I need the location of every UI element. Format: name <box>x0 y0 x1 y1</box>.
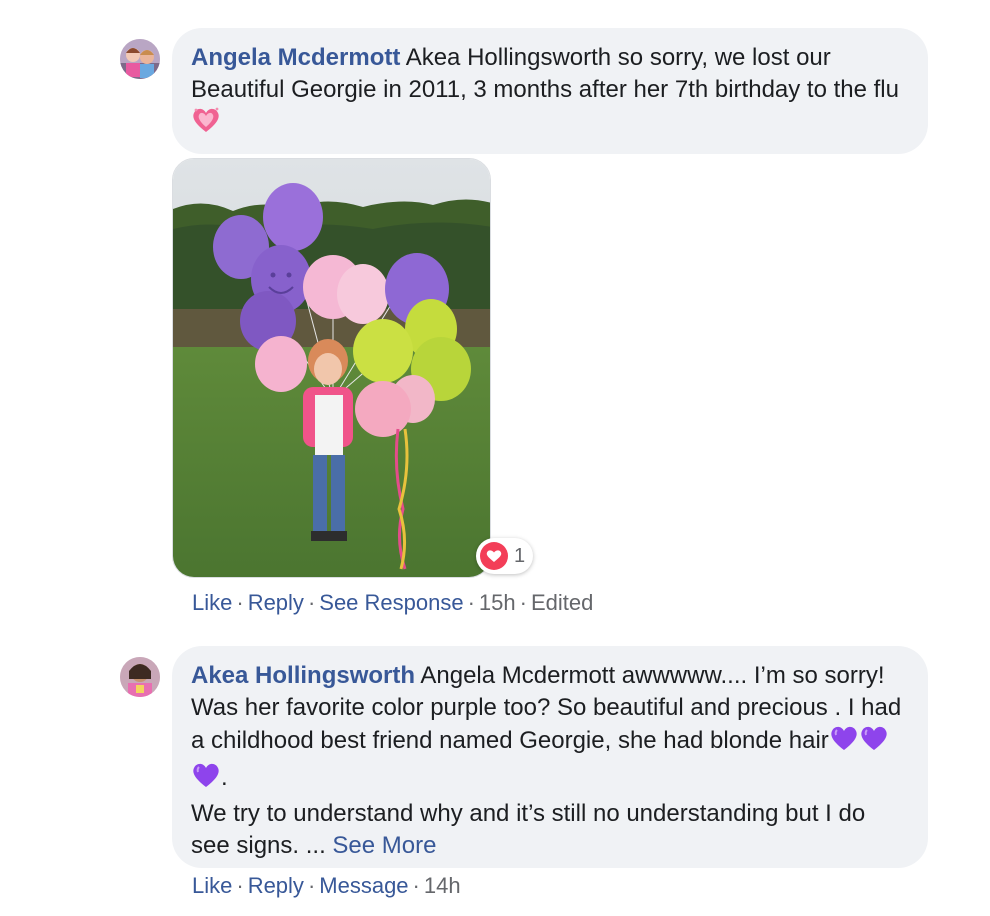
avatar[interactable] <box>120 657 160 697</box>
reply-button[interactable]: Reply <box>248 590 304 615</box>
reply-button[interactable]: Reply <box>248 873 304 898</box>
separator: · <box>236 873 244 898</box>
separator: · <box>467 590 475 615</box>
separator: · <box>307 873 316 898</box>
comment-actions: Like · Reply · Message · 14h <box>192 872 461 900</box>
heart-icon <box>480 542 508 570</box>
see-response-button[interactable]: See Response <box>319 590 463 615</box>
avatar[interactable] <box>120 39 160 79</box>
purple-heart-icon <box>191 761 221 798</box>
comment-author[interactable]: Akea Hollingsworth <box>191 662 415 689</box>
comment-author[interactable]: Angela Mcdermott <box>191 44 400 71</box>
edited-label[interactable]: Edited <box>531 590 593 615</box>
comment-bubble: Angela Mcdermott Akea Hollingsworth so s… <box>172 28 928 154</box>
message-button[interactable]: Message <box>319 873 408 898</box>
comment-actions: Like · Reply · See Response · 15h · Edited <box>192 589 593 617</box>
timestamp[interactable]: 15h <box>479 590 516 615</box>
comment-text-continued: We try to understand why and it’s still … <box>191 800 866 859</box>
reaction-count: 1 <box>514 544 526 567</box>
like-button[interactable]: Like <box>192 873 232 898</box>
purple-heart-icon <box>859 724 889 761</box>
sparkling-heart-icon <box>191 106 221 143</box>
like-button[interactable]: Like <box>192 590 232 615</box>
comment-photo[interactable] <box>172 158 491 578</box>
separator: · <box>307 590 316 615</box>
separator: · <box>519 590 527 615</box>
separator: · <box>236 590 244 615</box>
see-more-link[interactable]: See More <box>332 832 436 859</box>
reaction-count-badge[interactable]: 1 <box>476 538 534 574</box>
timestamp[interactable]: 14h <box>424 873 461 898</box>
comment-text-end: . <box>221 764 228 791</box>
separator: · <box>412 873 420 898</box>
purple-heart-icon <box>829 724 859 761</box>
comment-bubble: Akea Hollingsworth Angela Mcdermott awww… <box>172 646 928 868</box>
